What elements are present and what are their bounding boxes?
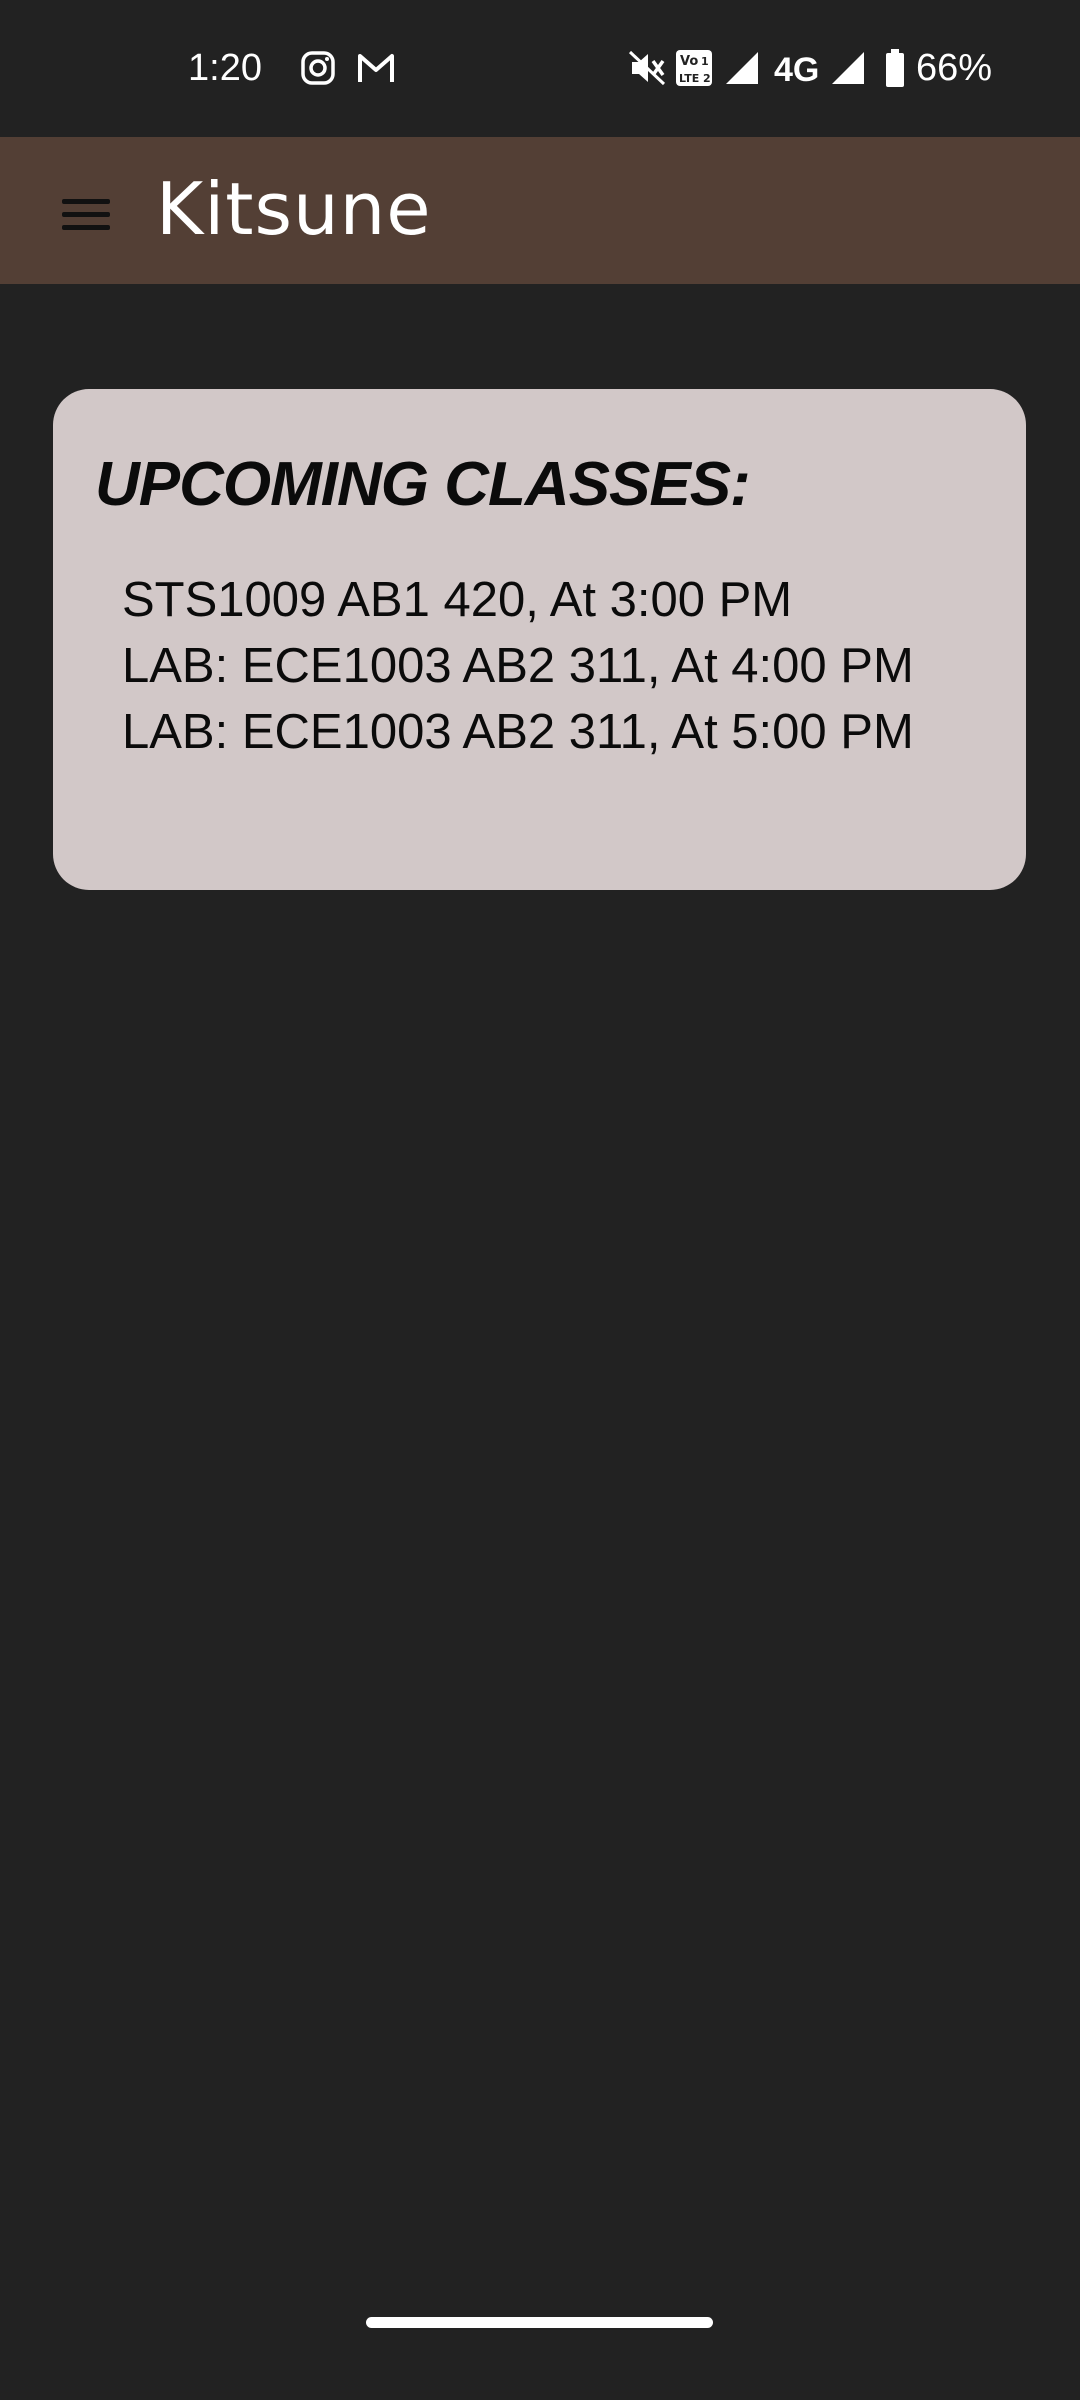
class-item: LAB: ECE1003 AB2 311, At 4:00 PM [122,639,914,693]
svg-text:Vo: Vo [680,54,698,69]
screen: 1:20 Vo 1 LTE 2 4G 66% Kitsune UPCOMING … [0,0,1080,2400]
class-item: LAB: ECE1003 AB2 311, At 5:00 PM [122,705,914,759]
status-bar: 1:20 Vo 1 LTE 2 4G 66% [0,0,1080,137]
svg-text:LTE: LTE [679,72,699,85]
svg-text:2: 2 [703,72,711,85]
mute-icon [628,50,666,86]
signal-icon [832,52,864,84]
app-bar: Kitsune [0,137,1080,284]
instagram-icon [301,51,335,85]
gesture-nav-bar[interactable] [366,2317,713,2328]
network-type: 4G [774,51,820,89]
card-title: UPCOMING CLASSES: [95,450,751,519]
gmail-icon [358,54,394,82]
svg-text:1: 1 [701,55,709,68]
class-list: STS1009 AB1 420, At 3:00 PM LAB: ECE1003… [122,567,914,765]
class-item: STS1009 AB1 420, At 3:00 PM [122,573,793,627]
battery-icon [886,49,904,87]
battery-level: 66% [916,47,993,89]
menu-button[interactable] [50,177,122,249]
upcoming-classes-card: UPCOMING CLASSES: STS1009 AB1 420, At 3:… [53,389,1026,890]
app-title: Kitsune [156,167,432,251]
status-time: 1:20 [188,47,262,89]
signal-icon [726,52,758,84]
volte-icon: Vo 1 LTE 2 [676,50,712,86]
